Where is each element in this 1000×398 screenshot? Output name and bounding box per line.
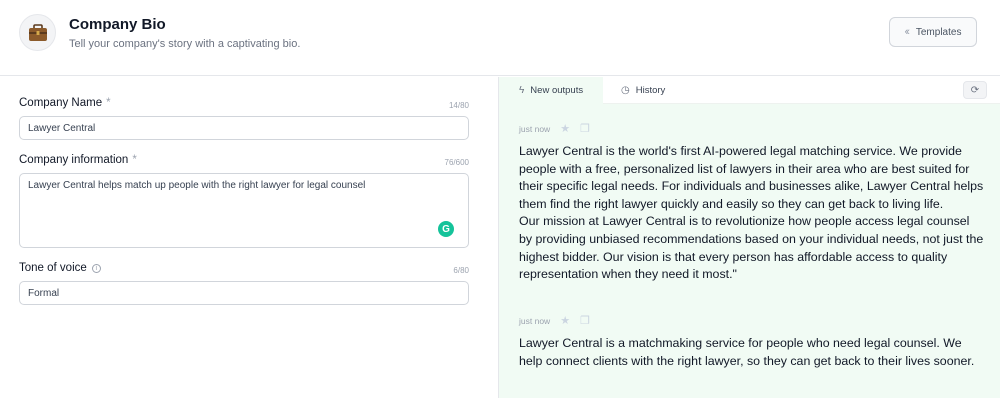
- company-info-label: Company information *: [19, 154, 137, 166]
- star-icon[interactable]: ★: [560, 314, 570, 327]
- templates-button-label: Templates: [915, 26, 962, 38]
- output-text: Lawyer Central is the world's first AI-p…: [519, 144, 984, 282]
- page-header: Company Bio Tell your company's story wi…: [0, 0, 1000, 76]
- refresh-button[interactable]: ⟳: [963, 81, 987, 99]
- output-timestamp: just now: [519, 315, 551, 326]
- output-timestamp: just now: [519, 123, 551, 134]
- company-info-textarea[interactable]: Lawyer Central helps match up people wit…: [19, 173, 469, 248]
- copy-icon[interactable]: ❐: [580, 122, 590, 135]
- briefcase-icon: [19, 14, 56, 51]
- company-name-value: Lawyer Central: [28, 122, 96, 134]
- chevrons-left-icon: ‹‹: [904, 26, 911, 38]
- output-panel: ϟ New outputs ◷ History ⟳ just now ★ ❐ L…: [498, 77, 1000, 398]
- tone-input[interactable]: Formal: [19, 281, 469, 305]
- page-title: Company Bio: [69, 16, 166, 33]
- company-name-label: Company Name *: [19, 97, 111, 109]
- copy-icon[interactable]: ❐: [580, 314, 590, 327]
- page-subtitle: Tell your company's story with a captiva…: [69, 38, 301, 50]
- output-tabs: ϟ New outputs ◷ History ⟳: [499, 77, 1000, 104]
- tone-label: Tone of voice i: [19, 262, 101, 274]
- company-info-counter: 76/600: [444, 158, 469, 167]
- company-name-input[interactable]: Lawyer Central: [19, 116, 469, 140]
- refresh-icon: ⟳: [970, 84, 980, 96]
- tab-history[interactable]: ◷ History: [621, 77, 665, 104]
- tab-new-outputs[interactable]: ϟ New outputs: [499, 77, 603, 104]
- bolt-icon: ϟ: [519, 85, 525, 96]
- tone-counter: 6/80: [453, 266, 469, 275]
- tone-value: Formal: [28, 287, 60, 299]
- star-icon[interactable]: ★: [560, 122, 570, 135]
- grammarly-icon[interactable]: G: [438, 221, 454, 237]
- info-icon[interactable]: i: [91, 264, 101, 273]
- output-text: Lawyer Central is a matchmaking service …: [519, 336, 975, 368]
- clock-icon: ◷: [621, 85, 630, 96]
- company-name-counter: 14/80: [448, 101, 469, 110]
- input-form: Company Name * 14/80 Lawyer Central Compa…: [0, 77, 498, 398]
- company-info-value: Lawyer Central helps match up people wit…: [28, 180, 366, 191]
- templates-button[interactable]: ‹‹ Templates: [889, 17, 977, 47]
